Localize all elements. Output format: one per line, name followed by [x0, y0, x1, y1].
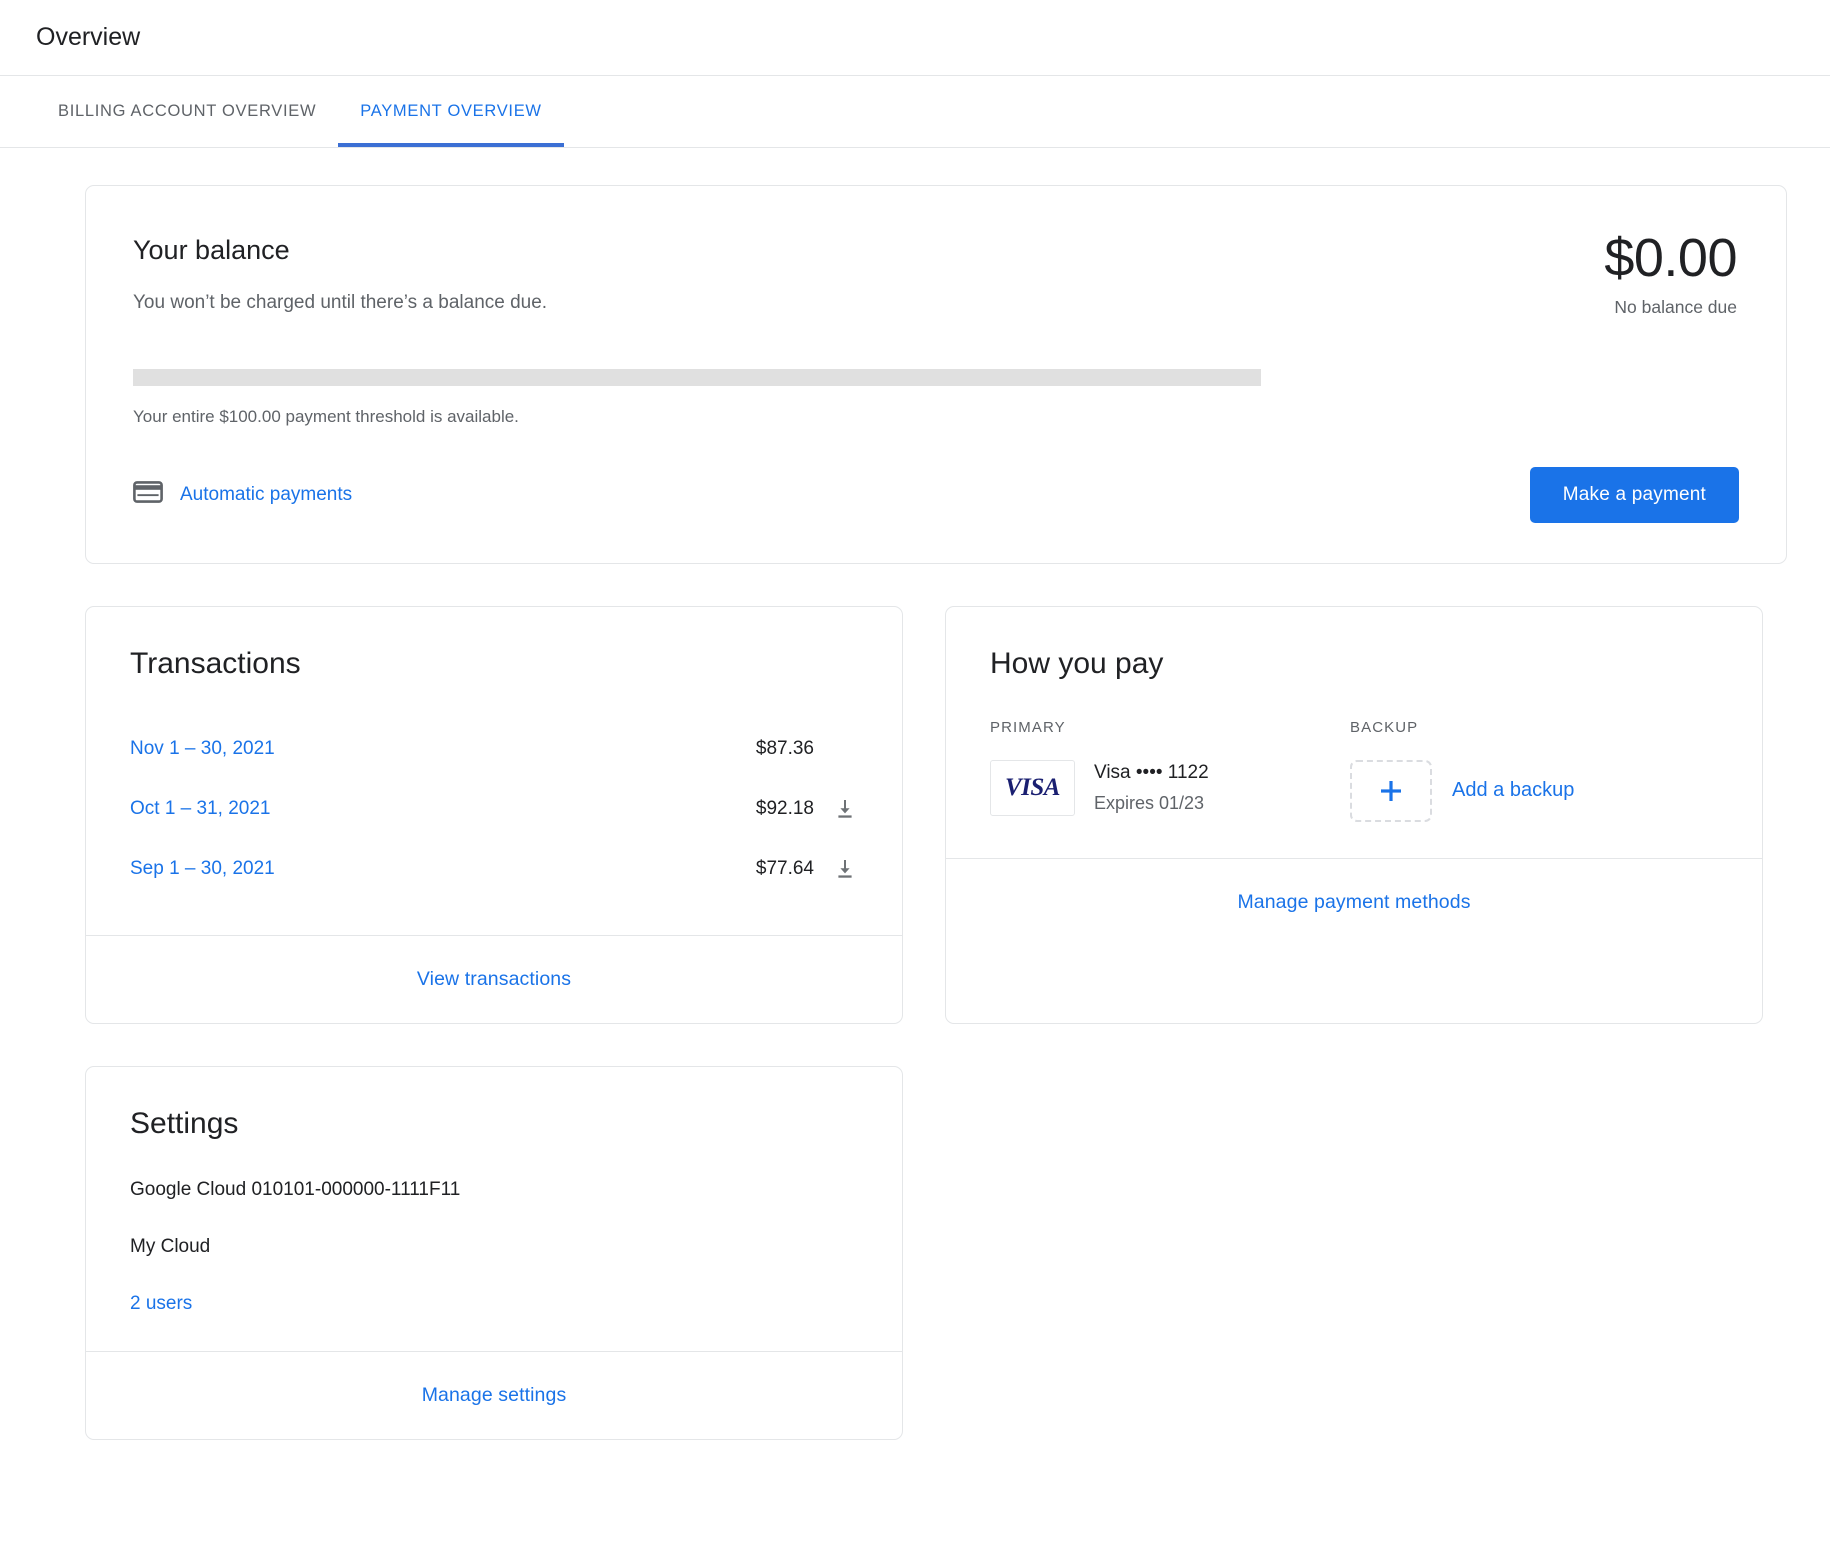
how-you-pay-card: How you pay PRIMARY VISA Visa •••• 1122 … — [945, 606, 1763, 1024]
transactions-card-body: Transactions Nov 1 – 30, 2021 $87.36 Oct… — [86, 607, 902, 935]
settings-users-link[interactable]: 2 users — [130, 1293, 858, 1315]
page-title: Overview — [36, 23, 140, 52]
how-you-pay-card-body: How you pay PRIMARY VISA Visa •••• 1122 … — [946, 607, 1762, 858]
tab-billing-account-overview[interactable]: BILLING ACCOUNT OVERVIEW — [36, 76, 338, 147]
primary-payment-column: PRIMARY VISA Visa •••• 1122 Expires 01/2… — [990, 719, 1350, 822]
download-icon[interactable] — [833, 857, 857, 881]
balance-heading: Your balance — [133, 235, 547, 266]
add-backup-button[interactable] — [1350, 760, 1432, 822]
add-backup-row: Add a backup — [1350, 760, 1718, 822]
page-header: Overview — [0, 0, 1830, 76]
primary-card-expiry: Expires 01/23 — [1094, 793, 1209, 814]
visa-wordmark: VISA — [1005, 774, 1060, 802]
add-backup-label[interactable]: Add a backup — [1452, 779, 1574, 802]
transaction-date-link[interactable]: Nov 1 – 30, 2021 — [130, 738, 275, 760]
download-icon[interactable] — [833, 797, 857, 821]
balance-status: No balance due — [1604, 297, 1737, 318]
make-a-payment-button[interactable]: Make a payment — [1530, 467, 1739, 523]
transaction-amount: $92.18 — [756, 798, 814, 820]
tab-payment-overview[interactable]: PAYMENT OVERVIEW — [338, 76, 563, 147]
automatic-payments-label: Automatic payments — [180, 484, 352, 506]
settings-card: Settings Google Cloud 010101-000000-1111… — [85, 1066, 903, 1440]
manage-settings-button[interactable]: Manage settings — [86, 1351, 902, 1439]
transactions-heading: Transactions — [130, 647, 858, 681]
transaction-date-link[interactable]: Oct 1 – 31, 2021 — [130, 798, 271, 820]
balance-card: Your balance You won’t be charged until … — [85, 185, 1787, 564]
transaction-right: $77.64 — [740, 856, 858, 882]
transaction-amount: $77.64 — [756, 858, 814, 880]
balance-subtext: You won’t be charged until there’s a bal… — [133, 292, 547, 314]
transaction-amount: $87.36 — [756, 738, 814, 760]
cards-row: Transactions Nov 1 – 30, 2021 $87.36 Oct… — [85, 606, 1787, 1024]
table-row: Nov 1 – 30, 2021 $87.36 — [130, 719, 858, 779]
primary-payment-method: VISA Visa •••• 1122 Expires 01/23 — [990, 760, 1350, 816]
balance-card-actions: Automatic payments Make a payment — [133, 467, 1739, 523]
transaction-date-link[interactable]: Sep 1 – 30, 2021 — [130, 858, 275, 880]
balance-card-text: Your balance You won’t be charged until … — [133, 230, 547, 314]
how-you-pay-heading: How you pay — [990, 647, 1718, 681]
primary-card-name: Visa •••• 1122 — [1094, 762, 1209, 784]
balance-amount-block: $0.00 No balance due — [1604, 230, 1739, 318]
download-slot-empty — [832, 736, 858, 762]
download-slot — [832, 856, 858, 882]
view-transactions-button[interactable]: View transactions — [86, 935, 902, 1023]
backup-payment-column: BACKUP Add a backup — [1350, 719, 1718, 822]
visa-icon: VISA — [990, 760, 1075, 816]
payment-threshold-note: Your entire $100.00 payment threshold is… — [133, 407, 1739, 427]
transactions-card: Transactions Nov 1 – 30, 2021 $87.36 Oct… — [85, 606, 903, 1024]
settings-heading: Settings — [130, 1107, 858, 1141]
plus-icon — [1376, 776, 1406, 806]
settings-account-name: My Cloud — [130, 1236, 858, 1258]
payment-methods-grid: PRIMARY VISA Visa •••• 1122 Expires 01/2… — [990, 719, 1718, 822]
transaction-right: $92.18 — [740, 796, 858, 822]
payment-threshold-progress-bar — [133, 369, 1261, 386]
automatic-payments-link[interactable]: Automatic payments — [133, 480, 352, 509]
payment-threshold-progress-wrap — [133, 369, 1261, 386]
credit-card-icon — [133, 480, 163, 509]
table-row: Oct 1 – 31, 2021 $92.18 — [130, 779, 858, 839]
manage-payment-methods-button[interactable]: Manage payment methods — [946, 858, 1762, 946]
settings-account-id: Google Cloud 010101-000000-1111F11 — [130, 1179, 858, 1201]
main-content: Your balance You won’t be charged until … — [0, 148, 1830, 1440]
backup-label: BACKUP — [1350, 719, 1718, 736]
balance-amount: $0.00 — [1604, 230, 1737, 287]
transaction-right: $87.36 — [740, 736, 858, 762]
view-transactions-label: View transactions — [417, 968, 571, 991]
manage-settings-label: Manage settings — [422, 1384, 567, 1407]
settings-card-body: Settings Google Cloud 010101-000000-1111… — [86, 1067, 902, 1351]
primary-payment-details: Visa •••• 1122 Expires 01/23 — [1094, 762, 1209, 814]
manage-payment-methods-label: Manage payment methods — [1237, 891, 1470, 914]
primary-label: PRIMARY — [990, 719, 1350, 736]
balance-card-top: Your balance You won’t be charged until … — [133, 230, 1739, 318]
tab-bar: BILLING ACCOUNT OVERVIEW PAYMENT OVERVIE… — [0, 76, 1830, 148]
download-slot — [832, 796, 858, 822]
table-row: Sep 1 – 30, 2021 $77.64 — [130, 839, 858, 899]
